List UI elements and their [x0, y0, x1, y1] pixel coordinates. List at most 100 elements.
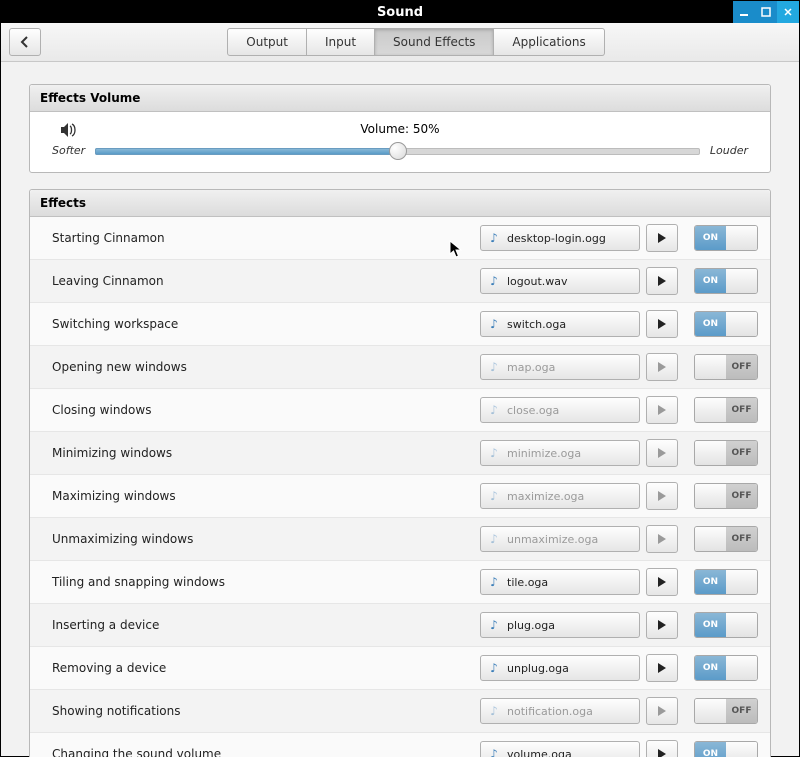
- sound-file-button[interactable]: ♪maximize.oga: [480, 483, 640, 509]
- play-icon: [658, 706, 666, 716]
- play-sound-button[interactable]: [646, 267, 678, 295]
- window-title: Sound: [377, 5, 423, 20]
- play-sound-button[interactable]: [646, 353, 678, 381]
- play-icon: [658, 749, 666, 757]
- volume-slider[interactable]: [95, 142, 700, 158]
- play-sound-button[interactable]: [646, 697, 678, 725]
- softer-label: Softer: [52, 144, 85, 157]
- toolbar: Output Input Sound Effects Applications: [1, 23, 799, 62]
- play-sound-button[interactable]: [646, 654, 678, 682]
- effect-toggle[interactable]: ONOFF: [694, 483, 758, 509]
- toggle-on-label: ON: [695, 527, 726, 551]
- sound-file-name: minimize.oga: [507, 447, 581, 460]
- effect-toggle[interactable]: ONOFF: [694, 526, 758, 552]
- toggle-off-label: OFF: [726, 742, 757, 757]
- toggle-on-label: ON: [695, 613, 726, 637]
- toggle-on-label: ON: [695, 570, 726, 594]
- effect-toggle[interactable]: ONOFF: [694, 268, 758, 294]
- sound-file-button[interactable]: ♪map.oga: [480, 354, 640, 380]
- play-sound-button[interactable]: [646, 740, 678, 757]
- effect-row: Opening new windows♪map.ogaONOFF: [30, 345, 770, 388]
- toggle-on-label: ON: [695, 355, 726, 379]
- play-sound-button[interactable]: [646, 396, 678, 424]
- back-button[interactable]: [9, 28, 41, 56]
- window-close-button[interactable]: [777, 1, 799, 23]
- sound-file-name: tile.oga: [507, 576, 548, 589]
- toggle-off-label: OFF: [726, 699, 757, 723]
- effect-row: Showing notifications♪notification.oga ON…: [30, 689, 770, 732]
- sound-file-name: unplug.oga: [507, 662, 569, 675]
- play-sound-button[interactable]: [646, 611, 678, 639]
- effect-label: Showing notifications: [42, 704, 480, 718]
- sound-file-name: logout.wav: [507, 275, 568, 288]
- effect-toggle[interactable]: ONOFF: [694, 397, 758, 423]
- effect-toggle[interactable]: ONOFF: [694, 311, 758, 337]
- play-icon: [658, 405, 666, 415]
- effects-panel: Effects Starting Cinnamon♪desktop-login.…: [29, 189, 771, 757]
- music-note-icon: ♪: [487, 618, 501, 632]
- sound-file-button[interactable]: ♪plug.oga: [480, 612, 640, 638]
- effects-header: Effects: [30, 190, 770, 217]
- sound-file-button[interactable]: ♪ unplug.oga: [480, 655, 640, 681]
- play-icon: [658, 233, 666, 243]
- toggle-off-label: OFF: [726, 441, 757, 465]
- toggle-off-label: OFF: [726, 484, 757, 508]
- play-sound-button[interactable]: [646, 439, 678, 467]
- play-sound-button[interactable]: [646, 525, 678, 553]
- effect-label: Leaving Cinnamon: [42, 274, 480, 288]
- tab-input[interactable]: Input: [307, 28, 375, 56]
- effect-label: Minimizing windows: [42, 446, 480, 460]
- volume-readout: Volume: 50%: [360, 122, 439, 136]
- sound-file-button[interactable]: ♪notification.oga: [480, 698, 640, 724]
- toggle-on-label: ON: [695, 656, 726, 680]
- music-note-icon: ♪: [487, 661, 501, 675]
- tab-sound-effects[interactable]: Sound Effects: [375, 28, 494, 56]
- window-minimize-button[interactable]: [733, 1, 755, 23]
- sound-file-button[interactable]: ♪unmaximize.oga: [480, 526, 640, 552]
- effect-label: Switching workspace: [42, 317, 480, 331]
- sound-file-button[interactable]: ♪close.oga: [480, 397, 640, 423]
- play-sound-button[interactable]: [646, 482, 678, 510]
- toggle-off-label: OFF: [726, 312, 757, 336]
- sound-file-name: desktop-login.ogg: [507, 232, 606, 245]
- effect-toggle[interactable]: ONOFF: [694, 569, 758, 595]
- effect-toggle[interactable]: ONOFF: [694, 354, 758, 380]
- tab-output[interactable]: Output: [227, 28, 307, 56]
- effect-toggle[interactable]: ONOFF: [694, 741, 758, 757]
- toggle-on-label: ON: [695, 441, 726, 465]
- toggle-on-label: ON: [695, 484, 726, 508]
- effect-toggle[interactable]: ONOFF: [694, 698, 758, 724]
- play-icon: [658, 577, 666, 587]
- effect-label: Unmaximizing windows: [42, 532, 480, 546]
- effect-label: Inserting a device: [42, 618, 480, 632]
- effect-row: Leaving Cinnamon♪logout.wav ONOFF: [30, 259, 770, 302]
- effect-row: Maximizing windows♪maximize.ogaONOFF: [30, 474, 770, 517]
- toggle-off-label: OFF: [726, 355, 757, 379]
- toggle-on-label: ON: [695, 226, 726, 250]
- louder-label: Louder: [710, 144, 748, 157]
- effect-row: Closing windows♪close.ogaONOFF: [30, 388, 770, 431]
- window-maximize-button[interactable]: [755, 1, 777, 23]
- back-arrow-icon: [19, 36, 31, 48]
- sound-file-button[interactable]: ♪minimize.oga: [480, 440, 640, 466]
- play-icon: [658, 663, 666, 673]
- sound-file-button[interactable]: ♪desktop-login.ogg: [480, 225, 640, 251]
- effect-toggle[interactable]: ONOFF: [694, 655, 758, 681]
- effect-row: Removing a device♪unplug.ogaONOFF: [30, 646, 770, 689]
- tab-applications[interactable]: Applications: [494, 28, 604, 56]
- titlebar[interactable]: Sound: [1, 1, 799, 23]
- toggle-off-label: OFF: [726, 398, 757, 422]
- sound-file-button[interactable]: ♪switch.oga: [480, 311, 640, 337]
- play-sound-button[interactable]: [646, 224, 678, 252]
- effect-toggle[interactable]: ONOFF: [694, 440, 758, 466]
- effect-toggle[interactable]: ONOFF: [694, 225, 758, 251]
- sound-file-button[interactable]: ♪volume.oga: [480, 741, 640, 757]
- sound-file-button[interactable]: ♪tile.oga: [480, 569, 640, 595]
- play-sound-button[interactable]: [646, 310, 678, 338]
- effect-toggle[interactable]: ONOFF: [694, 612, 758, 638]
- toggle-off-label: OFF: [726, 656, 757, 680]
- toggle-off-label: OFF: [726, 269, 757, 293]
- effect-label: Changing the sound volume: [42, 747, 480, 757]
- play-sound-button[interactable]: [646, 568, 678, 596]
- sound-file-button[interactable]: ♪logout.wav: [480, 268, 640, 294]
